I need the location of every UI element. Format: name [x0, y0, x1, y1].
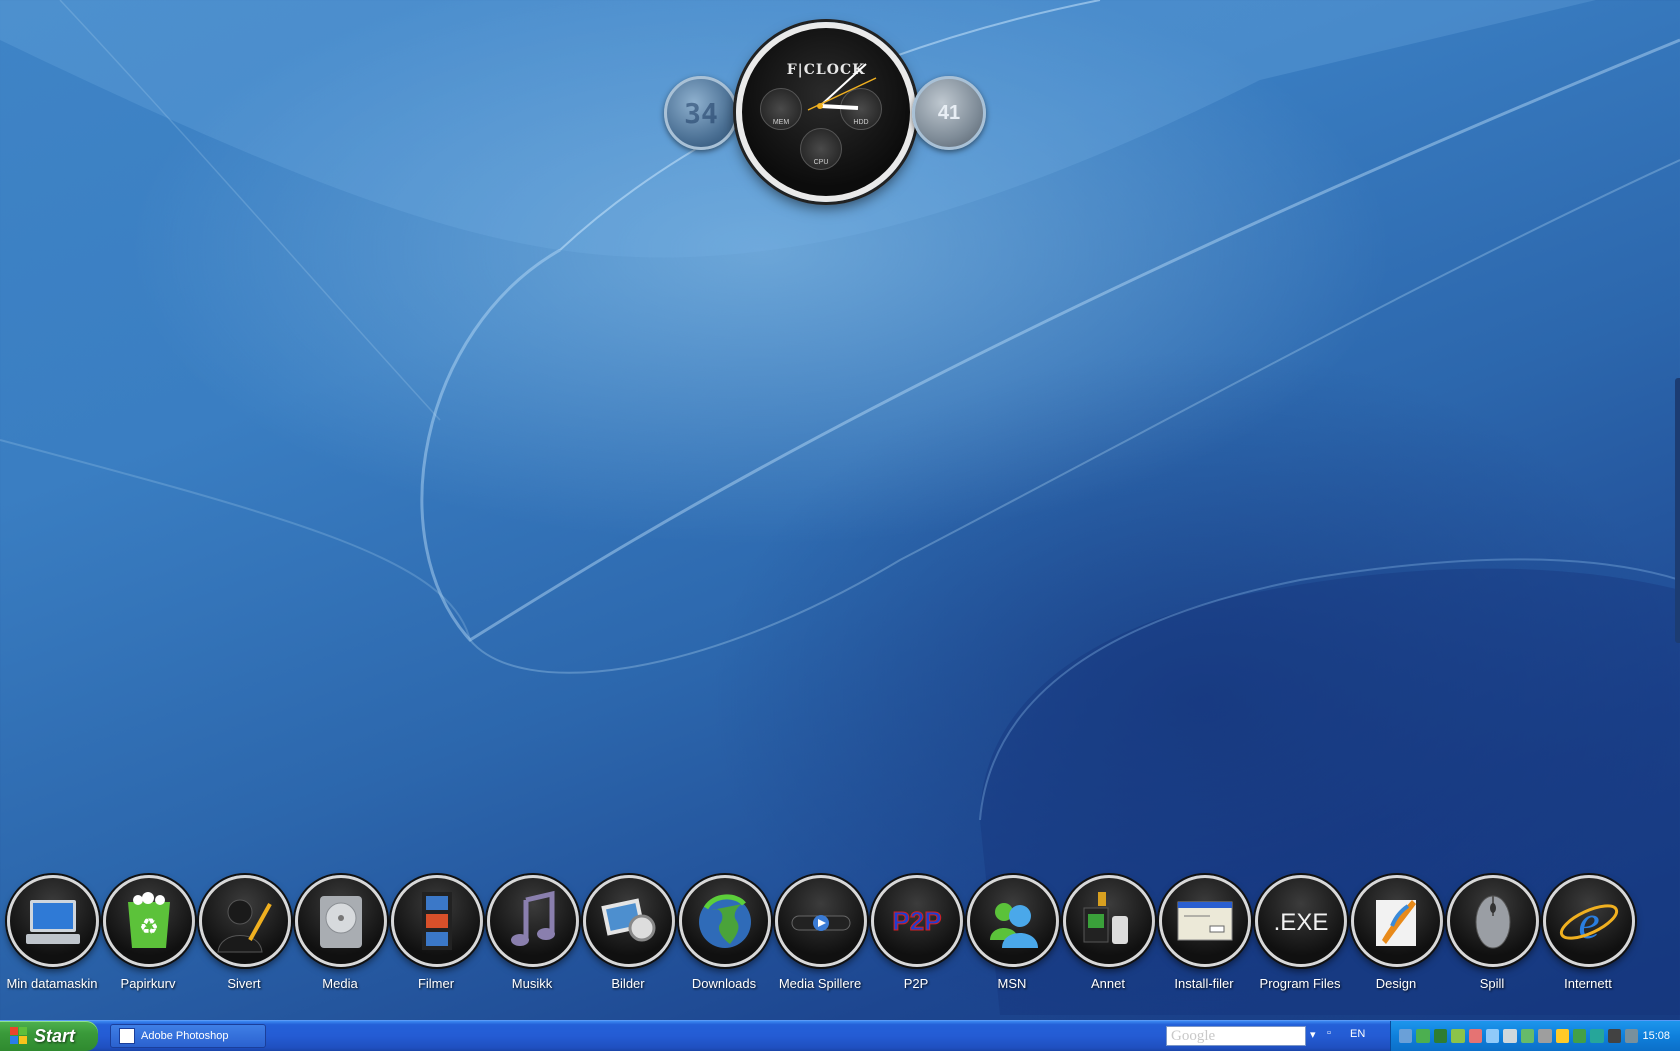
- gadget-right-dial: 41: [912, 76, 986, 150]
- design-brush-icon: [1351, 875, 1443, 967]
- speaker-icon[interactable]: [1625, 1029, 1639, 1043]
- google-search-input[interactable]: Google: [1166, 1026, 1306, 1046]
- computer-icon: [7, 875, 99, 967]
- gaming-mouse-icon: [1447, 875, 1539, 967]
- taskbar-button-label: Adobe Photoshop: [141, 1030, 229, 1042]
- clock-utility-icon[interactable]: [1538, 1029, 1552, 1043]
- update-icon[interactable]: [1520, 1029, 1535, 1043]
- windows-logo-icon: [10, 1027, 27, 1044]
- icon-dock: Min datamaskin ♻ Papirkurv Sivert Media …: [0, 873, 1680, 1003]
- colors-icon[interactable]: [1555, 1029, 1569, 1043]
- dock-label: Internett: [1564, 976, 1612, 991]
- network-icon[interactable]: [1399, 1029, 1413, 1043]
- exe-icon: .EXE: [1255, 875, 1347, 967]
- recycle-bin-icon: ♻: [103, 875, 195, 967]
- photoshop-icon: [119, 1028, 135, 1044]
- film-strip-icon: [391, 875, 483, 967]
- gadget-right-value: 41: [937, 101, 961, 124]
- photos-icon: [583, 875, 675, 967]
- start-button[interactable]: Start: [0, 1021, 98, 1051]
- taskbar-button-photoshop[interactable]: Adobe Photoshop: [110, 1024, 266, 1048]
- clock-hands: [807, 63, 877, 111]
- svg-text:e: e: [1578, 896, 1599, 949]
- device-icon[interactable]: [1607, 1029, 1622, 1043]
- p2p-icon: P2P: [871, 875, 963, 967]
- taskbar-clock[interactable]: 15:08: [1642, 1030, 1670, 1042]
- gadget-left-dial: 34: [664, 76, 738, 150]
- music-note-icon: [487, 875, 579, 967]
- google-search-placeholder: Google: [1171, 1028, 1216, 1044]
- monitor-icon[interactable]: [1433, 1029, 1448, 1043]
- start-label: Start: [34, 1025, 76, 1046]
- msn-icon: [967, 875, 1059, 967]
- clock-gadget[interactable]: 34 F|CLOCK MEM HDD CPU 41: [660, 22, 990, 202]
- svg-text:♻: ♻: [139, 915, 159, 940]
- system-tray: 15:08: [1390, 1021, 1680, 1051]
- devices-icon: [1063, 875, 1155, 967]
- language-indicator[interactable]: EN: [1350, 1028, 1365, 1040]
- tray-app-icon[interactable]: [1485, 1029, 1500, 1043]
- hard-drive-icon: [295, 875, 387, 967]
- desktop-icon[interactable]: ▫: [1327, 1027, 1331, 1039]
- messenger-icon[interactable]: [1416, 1029, 1430, 1043]
- gadget-left-value: 34: [684, 96, 718, 130]
- internet-explorer-icon: e: [1543, 875, 1635, 967]
- analog-clock: F|CLOCK MEM HDD CPU: [736, 22, 916, 202]
- chevron-down-icon[interactable]: ▾: [1310, 1028, 1316, 1041]
- volume-icon[interactable]: [1503, 1029, 1517, 1043]
- tools-icon[interactable]: [1451, 1029, 1465, 1043]
- installer-window-icon: [1159, 875, 1251, 967]
- p2p-icon-text: P2P: [892, 906, 941, 936]
- user-silhouette-icon: [199, 875, 291, 967]
- desktop-edge-handle: [1675, 378, 1680, 643]
- antivirus-icon[interactable]: [1572, 1029, 1587, 1043]
- sync-icon[interactable]: [1590, 1029, 1604, 1043]
- dock-item-internett[interactable]: e Internett: [1540, 873, 1636, 999]
- taskbar: Start Adobe Photoshop Google ▾ ▫ EN 15:0…: [0, 1020, 1680, 1051]
- shield-icon[interactable]: [1468, 1029, 1482, 1043]
- media-player-icon: [775, 875, 867, 967]
- globe-download-icon: [679, 875, 771, 967]
- exe-icon-text: .EXE: [1274, 909, 1329, 936]
